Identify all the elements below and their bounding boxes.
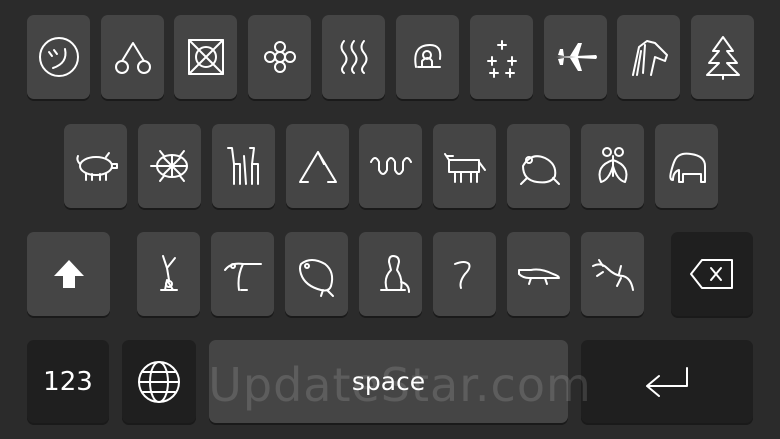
shift-key[interactable] (27, 232, 110, 316)
ox-icon (443, 153, 486, 183)
backspace-icon (690, 259, 733, 289)
key-giraffes[interactable] (212, 124, 275, 208)
key-horse[interactable] (617, 15, 680, 99)
key-pig[interactable] (64, 124, 127, 208)
cherries-icon (114, 42, 151, 74)
key-sparkle[interactable] (470, 15, 533, 99)
key-smiley[interactable] (27, 15, 90, 99)
turtle-icon (149, 150, 188, 182)
pine-tree-icon (705, 36, 740, 80)
return-arrow-icon (646, 366, 688, 397)
numbers-key-label: 123 (43, 366, 93, 397)
key-elephant[interactable] (655, 124, 718, 208)
smiley-katakana-icon (38, 37, 79, 77)
backspace-key[interactable] (671, 232, 753, 316)
giraffes-icon (226, 147, 259, 185)
key-tree[interactable] (691, 15, 754, 99)
key-cherries[interactable] (101, 15, 164, 99)
globe-key[interactable] (122, 340, 196, 423)
snake-icon (369, 157, 412, 175)
key-manatee[interactable] (285, 232, 348, 316)
sparkle-dots-icon (486, 40, 517, 78)
horse-head-icon (631, 40, 668, 76)
pig-icon (75, 152, 118, 181)
celtic-knot-icon (187, 39, 224, 75)
key-heron[interactable] (211, 232, 274, 316)
shell-glyph-icon (413, 44, 441, 68)
key-shell[interactable] (396, 15, 459, 99)
key-meerkat[interactable] (359, 232, 422, 316)
crocodile-icon (517, 268, 560, 285)
key-ox[interactable] (433, 124, 496, 208)
flower-ornament-icon (263, 41, 296, 73)
key-worm[interactable] (433, 232, 496, 316)
key-knot[interactable] (174, 15, 237, 99)
key-flower[interactable] (248, 15, 311, 99)
steam-waves-icon (340, 40, 367, 74)
numbers-key[interactable]: 123 (27, 340, 109, 423)
manatee-icon (298, 259, 334, 297)
return-key[interactable] (581, 340, 753, 423)
key-handstand[interactable] (137, 232, 200, 316)
fly-icon (598, 147, 627, 183)
frog-icon (519, 155, 560, 185)
key-snake[interactable] (359, 124, 422, 208)
key-crocodile[interactable] (507, 232, 570, 316)
key-mountain-pose[interactable] (286, 124, 349, 208)
key-frog[interactable] (507, 124, 570, 208)
shift-arrow-icon (53, 260, 84, 288)
globe-icon (138, 360, 180, 403)
key-lizard[interactable] (581, 232, 644, 316)
key-steam[interactable] (322, 15, 385, 99)
key-turtle[interactable] (138, 124, 201, 208)
elephant-icon (668, 152, 706, 183)
worm-icon (453, 261, 470, 289)
space-key[interactable]: space (209, 340, 568, 423)
space-key-label: space (351, 367, 426, 396)
lizard-icon (591, 259, 634, 291)
meerkat-icon (379, 255, 410, 293)
mountain-pose-icon (298, 151, 337, 183)
airplane-icon (555, 43, 597, 71)
key-airplane[interactable] (544, 15, 607, 99)
heron-icon (223, 262, 262, 291)
handstand-figure-icon (159, 255, 178, 291)
key-fly[interactable] (581, 124, 644, 208)
